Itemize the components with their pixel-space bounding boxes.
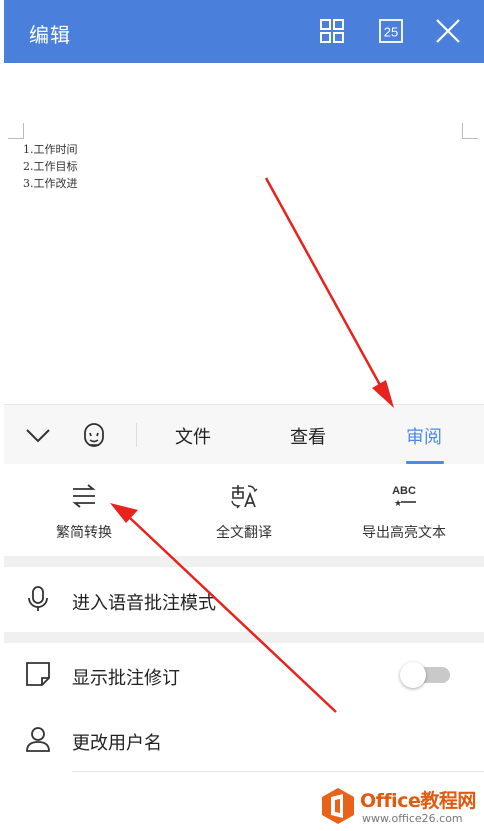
watermark-title: Office教程网: [360, 790, 476, 812]
section-divider: [4, 632, 484, 643]
margin-corner-right: [462, 123, 478, 139]
document-area[interactable]: 1.工作时间 2.工作目标 3.工作改进: [4, 63, 484, 404]
watermark-url: www.office26.com: [362, 812, 463, 825]
translate-label: 全文翻译: [216, 525, 272, 541]
watermark: Office教程网 www.office26.com: [318, 776, 484, 831]
abc-icon-text: ABC: [392, 485, 416, 497]
office-logo-icon: [322, 788, 354, 824]
svg-text:★: ★: [394, 499, 402, 509]
tab-file[interactable]: 文件: [175, 423, 211, 449]
tab-view[interactable]: 查看: [290, 423, 326, 449]
voice-annotation-label: 进入语音批注模式: [72, 593, 216, 614]
page-title: 编辑: [29, 23, 71, 47]
show-annotations-label: 显示批注修订: [72, 668, 180, 689]
microphone-icon: [28, 586, 48, 611]
grid-icon[interactable]: [317, 16, 347, 46]
rename-user-row[interactable]: 更改用户名: [4, 706, 484, 772]
doc-line: 2.工作目标: [23, 160, 78, 173]
show-annotations-toggle[interactable]: [400, 662, 452, 688]
doc-line: 3.工作改进: [23, 177, 78, 190]
doc-line: 1.工作时间: [23, 143, 78, 156]
voice-annotation-row[interactable]: 进入语音批注模式: [4, 567, 484, 632]
translate-icon: [231, 485, 258, 509]
document-text: 1.工作时间 2.工作目标 3.工作改进: [23, 141, 78, 192]
tab-divider: [136, 423, 137, 447]
export-highlight-label: 导出高亮文本: [362, 525, 446, 541]
rename-user-label: 更改用户名: [72, 733, 162, 754]
tab-review[interactable]: 审阅: [406, 423, 442, 449]
convert-icon: [72, 484, 96, 508]
chevron-down-icon[interactable]: [24, 422, 52, 448]
page-count-icon[interactable]: 25: [376, 16, 406, 46]
convert-label: 繁简转换: [56, 525, 112, 541]
top-bar: 编辑 25: [4, 0, 484, 63]
translate-button[interactable]: 全文翻译: [164, 464, 324, 556]
review-tools: 繁简转换 全文翻译 ABC ★ 导出高亮文本: [4, 464, 484, 556]
page-count-text: 25: [384, 25, 398, 40]
show-annotations-row[interactable]: 显示批注修订: [4, 643, 484, 706]
section-divider: [4, 556, 484, 567]
export-highlight-button[interactable]: ABC ★ 导出高亮文本: [324, 464, 484, 556]
margin-corner-left: [8, 123, 24, 139]
row-divider: [72, 771, 484, 772]
convert-button[interactable]: 繁简转换: [4, 464, 164, 556]
user-icon: [26, 727, 50, 752]
close-icon[interactable]: [433, 16, 463, 46]
toggle-knob: [400, 662, 426, 688]
face-icon[interactable]: [80, 420, 108, 448]
note-icon: [26, 662, 50, 686]
abc-export-icon: ABC ★: [392, 485, 416, 509]
tab-bar: 文件 查看 审阅: [4, 404, 484, 464]
